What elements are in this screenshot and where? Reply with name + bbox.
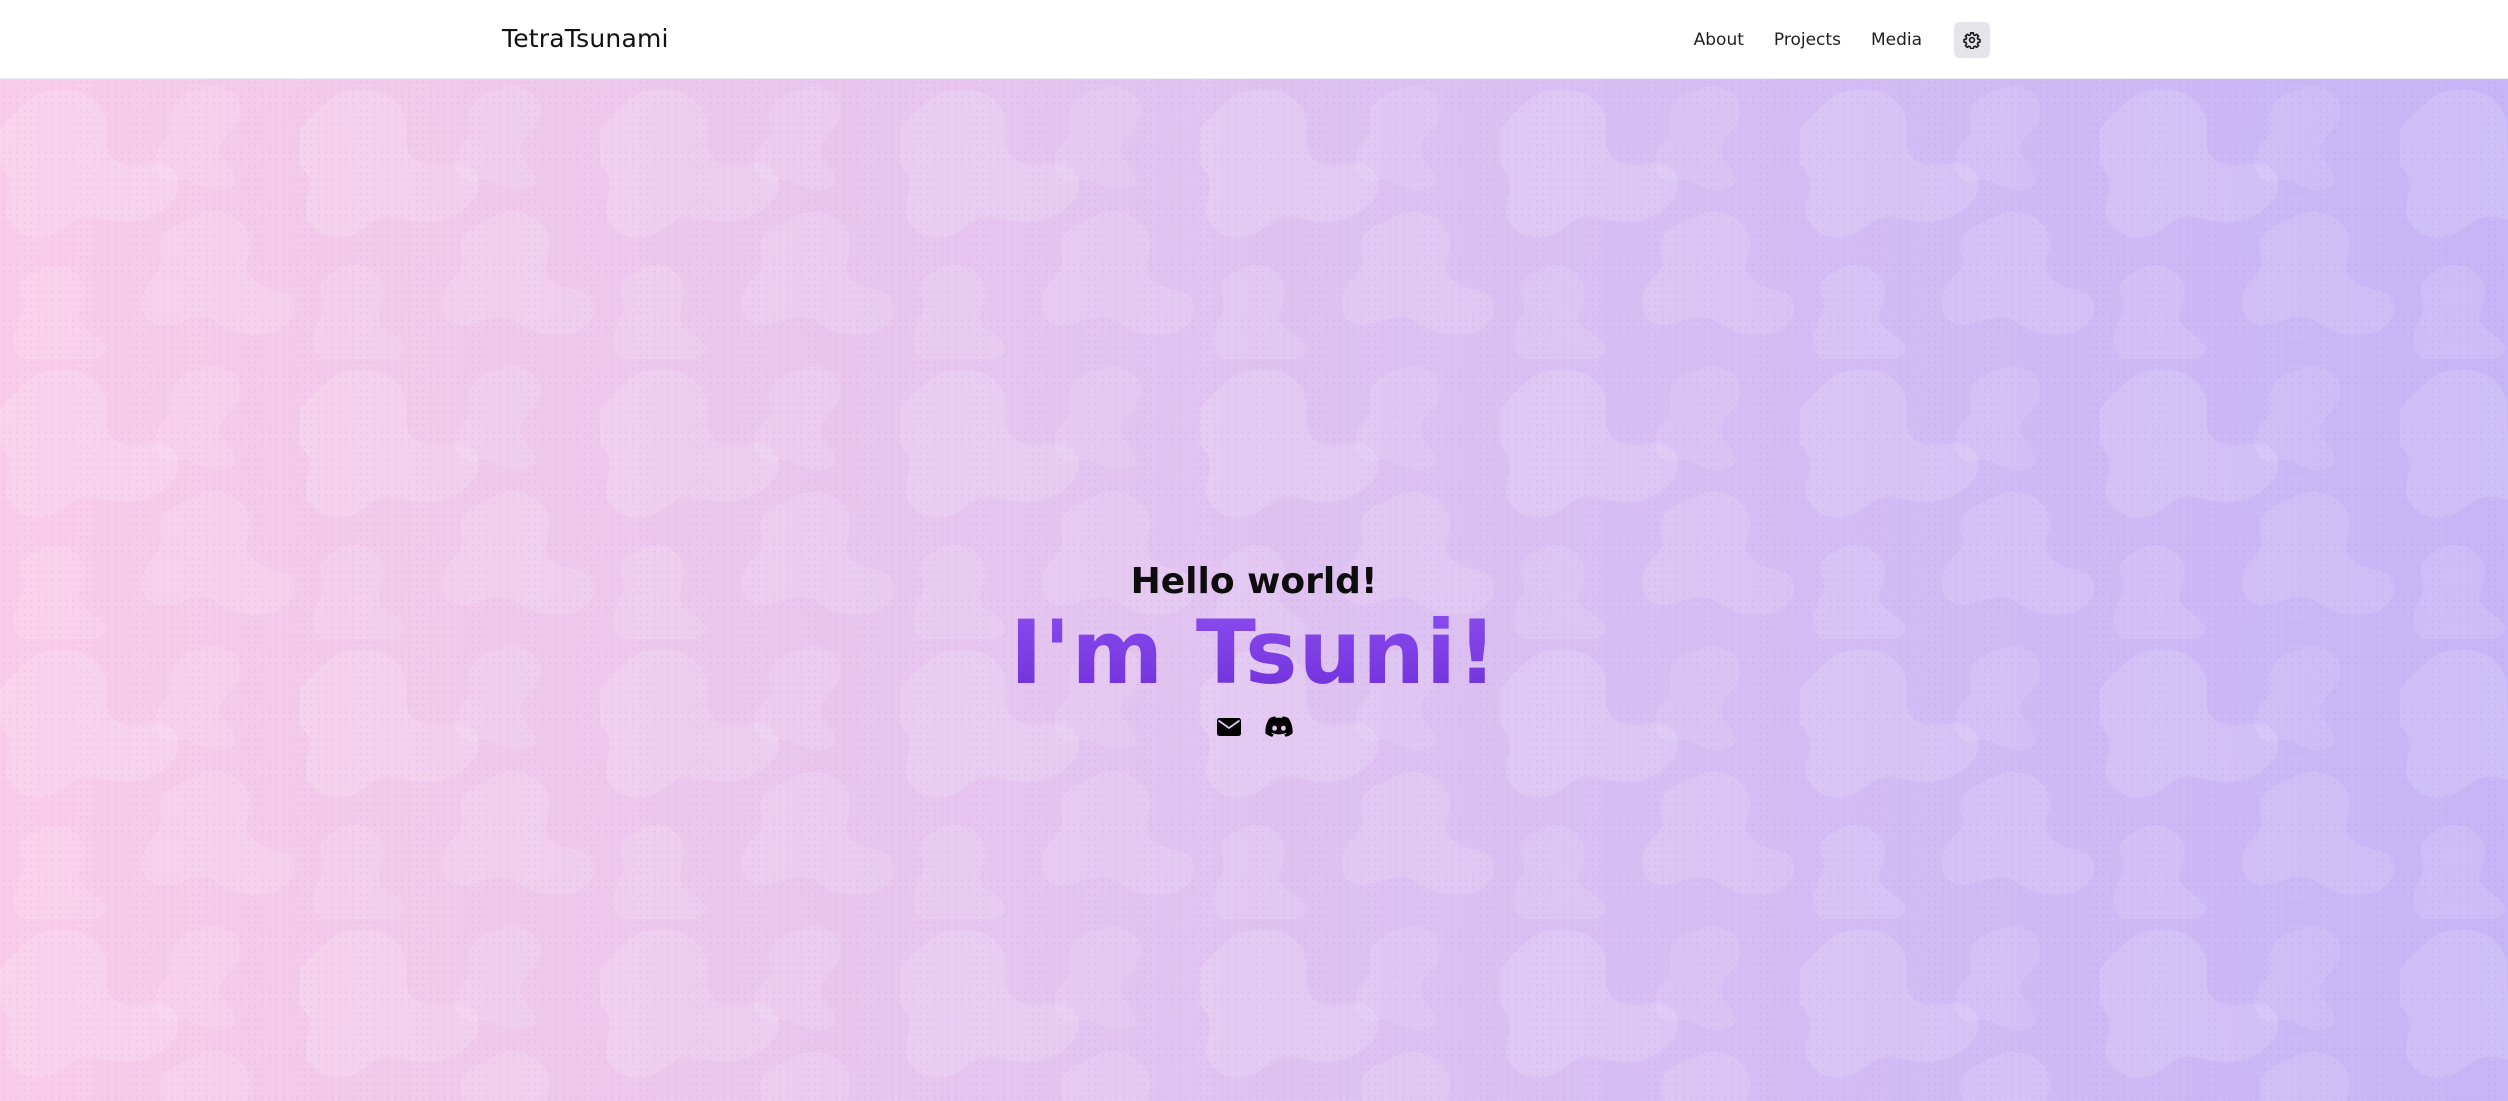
theme-toggle-button[interactable] bbox=[1954, 22, 1990, 58]
social-links bbox=[0, 712, 2508, 742]
hero-content: Hello world! I'm Tsuni! bbox=[0, 79, 2508, 1101]
hero-title: I'm Tsuni! bbox=[0, 600, 2508, 706]
nav-about[interactable]: About bbox=[1694, 22, 1744, 58]
email-link[interactable] bbox=[1214, 712, 1244, 742]
site-header: TetraTsunami About Projects Media bbox=[0, 0, 2508, 79]
nav-media[interactable]: Media bbox=[1871, 22, 1922, 58]
nav-projects[interactable]: Projects bbox=[1774, 22, 1841, 58]
main-nav: About Projects Media bbox=[1694, 22, 1990, 58]
discord-icon bbox=[1265, 716, 1293, 737]
discord-link[interactable] bbox=[1264, 712, 1294, 742]
gear-icon bbox=[1963, 32, 1981, 49]
mail-icon bbox=[1217, 718, 1241, 736]
hero-greeting: Hello world! bbox=[1130, 561, 1378, 602]
hero-section: Hello world! I'm Tsuni! bbox=[0, 79, 2508, 1101]
page: TetraTsunami About Projects Media Hello … bbox=[0, 0, 2508, 1101]
brand-link[interactable]: TetraTsunami bbox=[502, 22, 669, 56]
